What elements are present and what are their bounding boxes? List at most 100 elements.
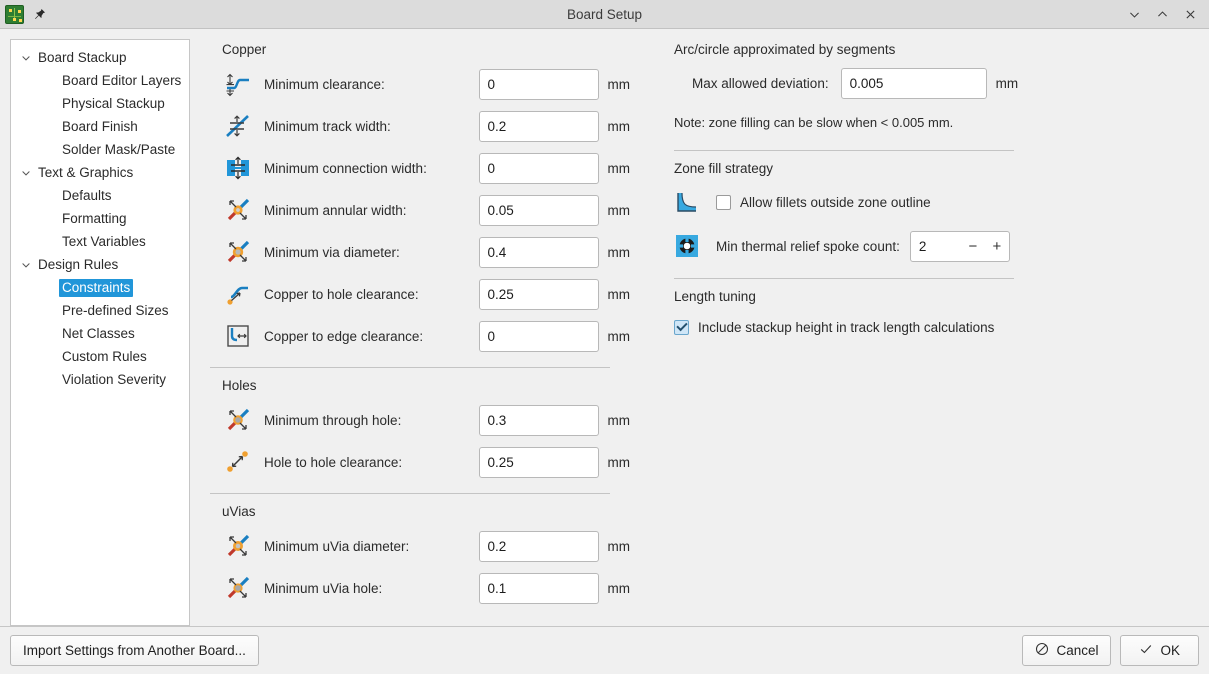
copper-to-hole-label: Copper to hole clearance: <box>264 286 419 302</box>
ok-button[interactable]: OK <box>1120 635 1199 666</box>
unit-label: mm <box>607 538 631 554</box>
max-deviation-input[interactable] <box>840 67 987 99</box>
field-wrapper: mm <box>478 152 630 184</box>
copper-field-row: Minimum via diameter: mm <box>210 231 630 273</box>
left-column: Copper Minimum clearance: mm Minimum trac… <box>210 39 630 626</box>
field-wrapper: mm <box>478 446 630 478</box>
separator-arc-zone <box>674 150 1014 151</box>
sidebar-item-label: Text Variables <box>62 233 146 249</box>
sidebar-item-label: Violation Severity <box>62 371 167 387</box>
field-wrapper: mm <box>478 110 630 142</box>
hole-to-hole-icon <box>222 449 254 475</box>
spoke-count-increment-button[interactable]: + <box>985 232 1009 261</box>
settings-tree[interactable]: Board Stackup Board Editor Layers Physical… <box>10 39 190 626</box>
copper-to-hole-input[interactable] <box>478 278 599 310</box>
copper-to-hole-icon <box>222 281 254 307</box>
copper-to-edge-input[interactable] <box>478 320 599 352</box>
sidebar-item-defaults[interactable]: Defaults <box>11 184 189 207</box>
sidebar-item-label: Physical Stackup <box>62 95 165 111</box>
copper-to-edge-icon <box>222 323 254 349</box>
uvias-field-row: Minimum uVia diameter: mm <box>210 525 630 567</box>
sidebar-item-board-finish[interactable]: Board Finish <box>11 115 189 138</box>
holes-field-row: Hole to hole clearance: mm <box>210 441 630 483</box>
sidebar-item-label: Constraints <box>59 278 134 297</box>
min-through-hole-input[interactable] <box>478 404 599 436</box>
sidebar-item-label: Defaults <box>62 187 112 203</box>
field-wrapper: mm <box>478 278 631 310</box>
copper-field-row: Copper to edge clearance: mm <box>210 315 630 357</box>
include-stackup-checkbox[interactable] <box>674 319 689 335</box>
chevron-up-icon[interactable] <box>1149 2 1175 26</box>
copper-field-row: Minimum clearance: mm <box>210 63 630 105</box>
sidebar-item-board-stackup[interactable]: Board Stackup <box>11 46 189 69</box>
pin-icon[interactable] <box>28 3 50 25</box>
zone-fill-note: Note: zone filling can be slow when < 0.… <box>674 115 954 130</box>
sidebar-item-text-variables[interactable]: Text Variables <box>11 230 189 253</box>
min-track-width-label: Minimum track width: <box>264 118 391 134</box>
cancel-button[interactable]: Cancel <box>1022 635 1112 666</box>
min-clearance-input[interactable] <box>478 68 599 100</box>
min-connection-width-input[interactable] <box>478 152 599 184</box>
window-title: Board Setup <box>566 6 643 22</box>
unit-label: mm <box>607 244 631 260</box>
min-uvia-diameter-input[interactable] <box>478 530 599 562</box>
sidebar-item-formatting[interactable]: Formatting <box>11 207 189 230</box>
unit-label: mm <box>607 286 631 302</box>
field-wrapper: mm <box>478 404 630 436</box>
field-wrapper: mm <box>478 236 631 268</box>
sidebar-item-label: Board Finish <box>62 118 138 134</box>
sidebar-item-constraints[interactable]: Constraints <box>11 276 189 299</box>
sidebar-item-pre-defined-sizes[interactable]: Pre-defined Sizes <box>11 299 189 322</box>
copper-to-edge-label: Copper to edge clearance: <box>264 328 424 344</box>
sidebar-item-custom-rules[interactable]: Custom Rules <box>11 345 189 368</box>
sidebar-item-net-classes[interactable]: Net Classes <box>11 322 189 345</box>
spoke-count-value[interactable]: 2 <box>911 239 961 254</box>
min-via-diameter-input[interactable] <box>478 236 599 268</box>
thermal-spoke-icon <box>674 233 700 259</box>
min-via-diameter-icon <box>222 239 254 265</box>
unit-label: mm <box>607 580 631 596</box>
copper-field-list: Minimum clearance: mm Minimum track width… <box>210 63 630 357</box>
sidebar-item-text-graphics[interactable]: Text & Graphics <box>11 161 189 184</box>
min-annular-width-input[interactable] <box>478 194 599 226</box>
min-clearance-icon <box>222 71 254 97</box>
separator-zone-length <box>674 278 1014 279</box>
close-icon[interactable] <box>1177 2 1203 26</box>
copper-field-row: Copper to hole clearance: mm <box>210 273 630 315</box>
field-wrapper: mm <box>478 572 631 604</box>
min-track-width-input[interactable] <box>478 110 599 142</box>
cancel-button-label: Cancel <box>1056 643 1099 658</box>
dialog-body: Board Stackup Board Editor Layers Physical… <box>0 29 1209 626</box>
spoke-count-stepper[interactable]: 2 − + <box>909 230 1010 262</box>
length-tuning-group-title: Length tuning <box>674 289 756 304</box>
min-uvia-hole-icon <box>222 575 254 601</box>
uvias-field-list: Minimum uVia diameter: mm Minimum uVia ho… <box>210 525 630 609</box>
hole-to-hole-label: Hole to hole clearance: <box>264 454 403 470</box>
min-track-width-icon <box>222 113 254 139</box>
max-deviation-unit: mm <box>995 75 1019 91</box>
chevron-down-icon[interactable] <box>17 256 35 274</box>
sidebar-item-label: Solder Mask/Paste <box>62 141 176 157</box>
titlebar-left-controls <box>0 3 50 25</box>
separator-copper-holes <box>210 367 610 368</box>
min-uvia-hole-input[interactable] <box>478 572 599 604</box>
import-settings-button[interactable]: Import Settings from Another Board... <box>10 635 259 666</box>
sidebar-item-label: Text & Graphics <box>38 164 134 180</box>
sidebar-item-label: Board Editor Layers <box>62 72 182 88</box>
sidebar-item-physical-stackup[interactable]: Physical Stackup <box>11 92 189 115</box>
hole-to-hole-input[interactable] <box>478 446 599 478</box>
min-uvia-diameter-icon <box>222 533 254 559</box>
chevron-down-icon[interactable] <box>1121 2 1147 26</box>
spoke-count-row: Min thermal relief spoke count: 2 − + <box>674 222 1199 270</box>
holes-field-list: Minimum through hole: mm Hole to hole cle… <box>210 399 630 483</box>
sidebar-item-design-rules[interactable]: Design Rules <box>11 253 189 276</box>
chevron-down-icon[interactable] <box>17 49 35 67</box>
sidebar-item-label: Board Stackup <box>38 49 127 65</box>
chevron-down-icon[interactable] <box>17 164 35 182</box>
min-uvia-diameter-label: Minimum uVia diameter: <box>264 538 410 554</box>
sidebar-item-solder-mask-paste[interactable]: Solder Mask/Paste <box>11 138 189 161</box>
sidebar-item-board-editor-layers[interactable]: Board Editor Layers <box>11 69 189 92</box>
spoke-count-decrement-button[interactable]: − <box>961 232 985 261</box>
sidebar-item-violation-severity[interactable]: Violation Severity <box>11 368 189 391</box>
allow-fillets-checkbox[interactable] <box>716 194 731 210</box>
